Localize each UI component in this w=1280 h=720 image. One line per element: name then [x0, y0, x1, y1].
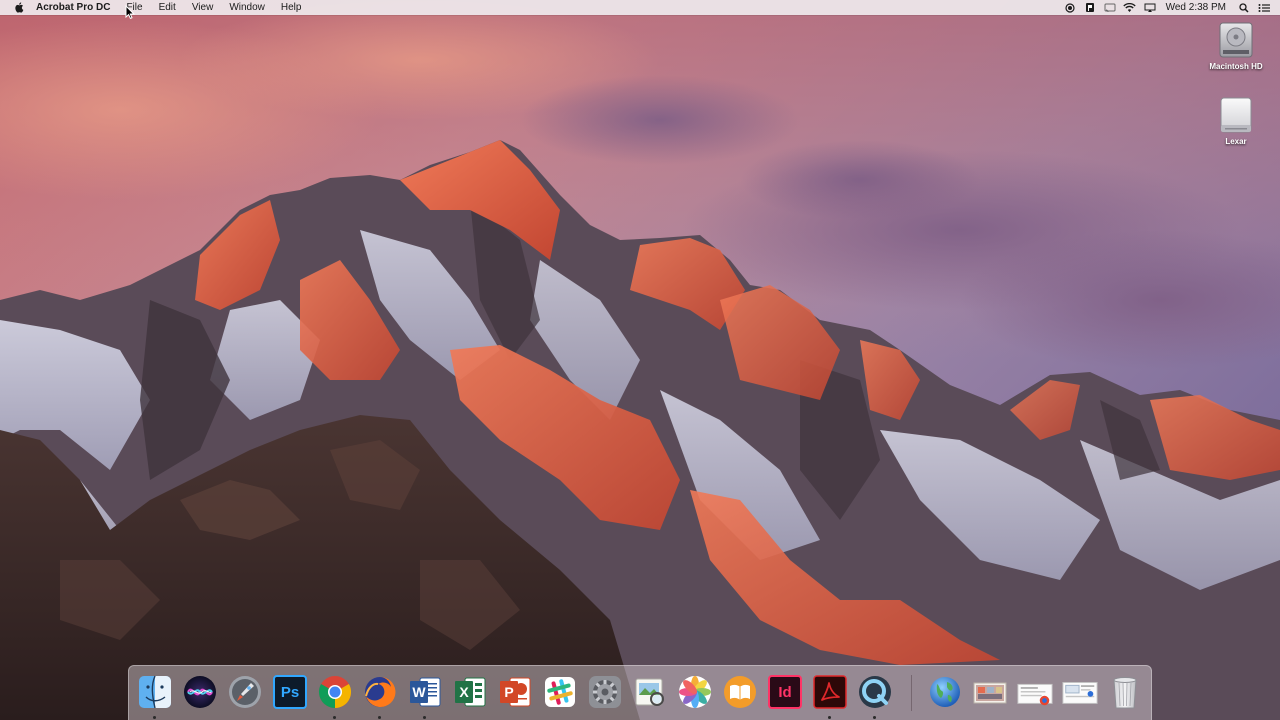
running-indicator [153, 716, 156, 719]
running-indicator [423, 716, 426, 719]
trash-icon [1113, 677, 1137, 709]
menu-view[interactable]: View [184, 0, 222, 15]
dock-network[interactable] [926, 673, 964, 711]
dock-ibooks[interactable] [721, 673, 759, 711]
powerpoint-icon: P [500, 677, 531, 707]
globe-icon [930, 677, 960, 707]
running-indicator [873, 716, 876, 719]
apple-logo-icon[interactable] [8, 2, 30, 13]
external-drive-icon [1220, 97, 1252, 133]
dock-siri[interactable] [181, 673, 219, 711]
dock-preview[interactable] [631, 673, 669, 711]
dock-chrome[interactable] [316, 673, 354, 719]
cast-icon[interactable] [1100, 0, 1120, 15]
firefox-icon [365, 676, 396, 707]
wifi-icon[interactable] [1120, 0, 1140, 15]
word-icon: W [410, 677, 441, 707]
finder-icon [139, 675, 171, 709]
desktop-icon-label: Macintosh HD [1209, 62, 1263, 71]
dock: Ps W X P Id [128, 665, 1152, 720]
svg-text:P: P [504, 684, 513, 700]
slack-icon [545, 677, 575, 707]
mouse-cursor [125, 5, 135, 19]
notification-center-icon[interactable] [1254, 0, 1274, 15]
flag-icon[interactable] [1080, 0, 1100, 15]
launchpad-icon [229, 676, 261, 708]
record-icon[interactable] [1060, 0, 1080, 15]
desktop-icon-macintosh-hd[interactable]: Macintosh HD [1201, 20, 1271, 71]
running-indicator [828, 716, 831, 719]
svg-text:W: W [412, 684, 426, 700]
dock-stack-1[interactable] [971, 673, 1009, 711]
indesign-icon: Id [768, 675, 802, 709]
dock-indesign[interactable]: Id [766, 673, 804, 711]
dock-powerpoint[interactable]: P [496, 673, 534, 711]
image-stack-icon [973, 682, 1007, 704]
menu-edit[interactable]: Edit [151, 0, 184, 15]
system-preferences-icon [589, 676, 621, 708]
dock-system-preferences[interactable] [586, 673, 624, 711]
dock-finder[interactable] [136, 673, 174, 719]
quicktime-icon [859, 676, 891, 708]
desktop-icon-label: Lexar [1225, 137, 1247, 146]
dock-photoshop[interactable]: Ps [271, 673, 309, 711]
dock-firefox[interactable] [361, 673, 399, 719]
running-indicator [333, 716, 336, 719]
dock-excel[interactable]: X [451, 673, 489, 711]
menu-app-name[interactable]: Acrobat Pro DC [30, 0, 118, 15]
siri-icon [184, 676, 216, 708]
dock-photos[interactable] [676, 673, 714, 711]
chrome-icon [318, 676, 352, 709]
screenshot-stack-icon [1062, 682, 1098, 704]
photoshop-icon: Ps [273, 675, 307, 709]
dock-acrobat[interactable] [811, 673, 849, 719]
menubar-clock[interactable]: Wed 2:38 PM [1160, 0, 1234, 15]
menu-help[interactable]: Help [273, 0, 310, 15]
dock-launchpad[interactable] [226, 673, 264, 711]
excel-icon: X [455, 677, 486, 707]
svg-text:X: X [459, 684, 469, 700]
dock-quicktime[interactable] [856, 673, 894, 719]
spotlight-search-icon[interactable] [1234, 0, 1254, 15]
desktop-wallpaper [0, 0, 1280, 720]
hard-drive-icon [1219, 22, 1253, 58]
desktop-icon-lexar[interactable]: Lexar [1201, 95, 1271, 146]
menu-bar: Acrobat Pro DC File Edit View Window Hel… [0, 0, 1280, 15]
photos-icon [679, 676, 711, 708]
acrobat-icon [813, 675, 847, 709]
dock-stack-2[interactable] [1016, 673, 1054, 711]
preview-icon [635, 678, 664, 706]
menu-window[interactable]: Window [221, 0, 273, 15]
running-indicator [378, 716, 381, 719]
dock-slack[interactable] [541, 673, 579, 711]
ibooks-icon [724, 676, 756, 708]
dock-separator [911, 675, 912, 711]
document-stack-icon [1017, 683, 1053, 706]
dock-stack-3[interactable] [1061, 673, 1099, 711]
dock-word[interactable]: W [406, 673, 444, 719]
dock-trash[interactable] [1106, 673, 1144, 711]
airplay-icon[interactable] [1140, 0, 1160, 15]
